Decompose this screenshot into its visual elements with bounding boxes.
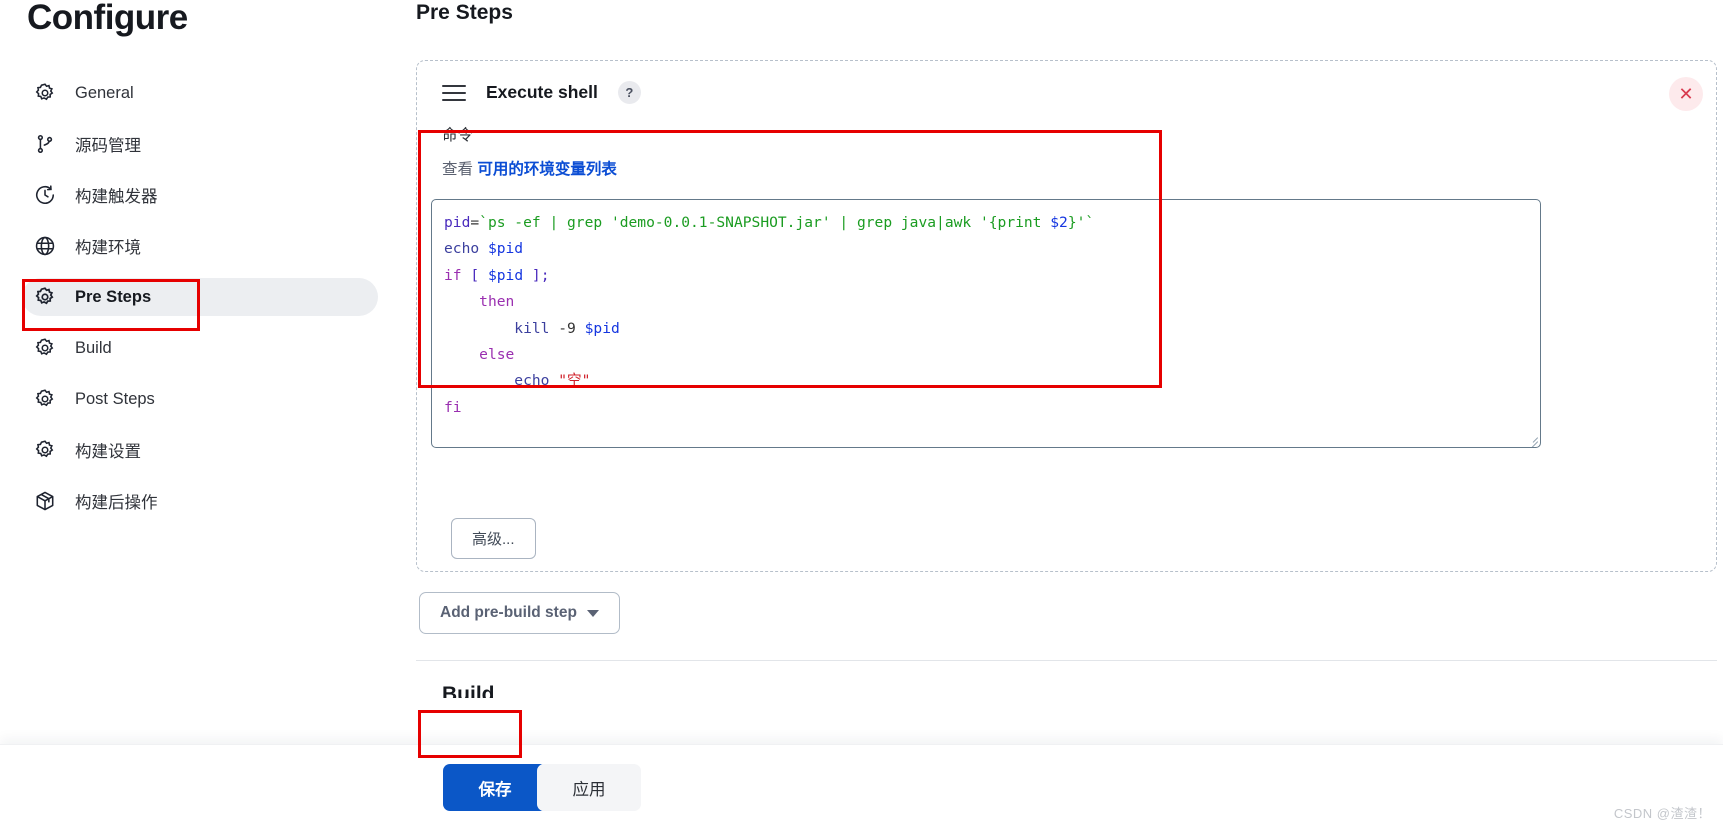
main-content: Pre Steps Execute shell ? ✕ 命令 查看 可用的环境变… bbox=[410, 0, 1723, 830]
section-divider bbox=[416, 660, 1717, 661]
gear-icon bbox=[32, 335, 58, 361]
chevron-down-icon bbox=[586, 609, 599, 617]
sidebar: Configure General 源码管理 构建触发器 构建环境 Pre St… bbox=[0, 0, 410, 830]
gear-icon bbox=[32, 437, 58, 463]
next-section-title: Build bbox=[442, 683, 495, 698]
save-button[interactable]: 保存 bbox=[443, 764, 547, 811]
clock-icon bbox=[32, 182, 58, 208]
section-title: Pre Steps bbox=[416, 1, 513, 24]
help-icon[interactable]: ? bbox=[617, 81, 641, 104]
sidebar-item-build-environment[interactable]: 构建环境 bbox=[22, 227, 378, 265]
branch-icon bbox=[32, 131, 58, 157]
sidebar-item-label: Build bbox=[75, 338, 112, 357]
sidebar-item-build-settings[interactable]: 构建设置 bbox=[22, 431, 378, 469]
sidebar-item-label: General bbox=[75, 83, 134, 102]
env-variables-hint: 查看 可用的环境变量列表 bbox=[442, 157, 617, 179]
sidebar-item-post-build-actions[interactable]: 构建后操作 bbox=[22, 482, 378, 520]
sidebar-item-label: Pre Steps bbox=[75, 287, 152, 306]
env-variables-link[interactable]: 可用的环境变量列表 bbox=[477, 161, 617, 178]
add-pre-build-step-button[interactable]: Add pre-build step bbox=[419, 592, 620, 634]
sidebar-item-build[interactable]: Build bbox=[22, 329, 378, 367]
build-step-panel: Execute shell ? ✕ 命令 查看 可用的环境变量列表 pid=`p… bbox=[416, 60, 1717, 572]
drag-handle-icon[interactable] bbox=[442, 84, 466, 102]
sidebar-item-label: 构建后操作 bbox=[75, 494, 158, 512]
add-pre-build-step-label: Add pre-build step bbox=[440, 604, 577, 621]
sidebar-item-general[interactable]: General bbox=[22, 74, 378, 112]
advanced-button[interactable]: 高级... bbox=[451, 518, 536, 559]
gear-icon bbox=[32, 80, 58, 106]
configure-page: Configure General 源码管理 构建触发器 构建环境 Pre St… bbox=[0, 0, 1723, 830]
command-textarea[interactable]: pid=`ps -ef | grep 'demo-0.0.1-SNAPSHOT.… bbox=[431, 199, 1541, 448]
step-header: Execute shell ? bbox=[442, 81, 641, 104]
command-field-label: 命令 bbox=[442, 127, 474, 144]
apply-button[interactable]: 应用 bbox=[537, 764, 641, 811]
gear-icon bbox=[32, 284, 58, 310]
sidebar-item-label: 源码管理 bbox=[75, 137, 141, 155]
close-icon[interactable]: ✕ bbox=[1669, 77, 1703, 111]
form-action-bar: 保存 应用 bbox=[0, 744, 1723, 830]
sidebar-item-label: 构建环境 bbox=[75, 239, 141, 257]
globe-icon bbox=[32, 233, 58, 259]
step-name: Execute shell bbox=[486, 82, 598, 102]
sidebar-nav: General 源码管理 构建触发器 构建环境 Pre Steps Build … bbox=[0, 74, 410, 520]
sidebar-item-label: 构建触发器 bbox=[75, 188, 158, 206]
command-code[interactable]: pid=`ps -ef | grep 'demo-0.0.1-SNAPSHOT.… bbox=[432, 200, 1540, 447]
watermark: CSDN @渣渣！ bbox=[1613, 806, 1711, 821]
sidebar-item-label: 构建设置 bbox=[75, 443, 141, 461]
sidebar-item-post-steps[interactable]: Post Steps bbox=[22, 380, 378, 418]
sidebar-item-label: Post Steps bbox=[75, 389, 155, 408]
box-icon bbox=[32, 488, 58, 514]
sidebar-item-build-triggers[interactable]: 构建触发器 bbox=[22, 176, 378, 214]
gear-icon bbox=[32, 386, 58, 412]
sidebar-item-source-management[interactable]: 源码管理 bbox=[22, 125, 378, 163]
env-hint-prefix: 查看 bbox=[442, 161, 474, 178]
sidebar-item-pre-steps[interactable]: Pre Steps bbox=[22, 278, 378, 316]
page-title: Configure bbox=[27, 0, 188, 37]
